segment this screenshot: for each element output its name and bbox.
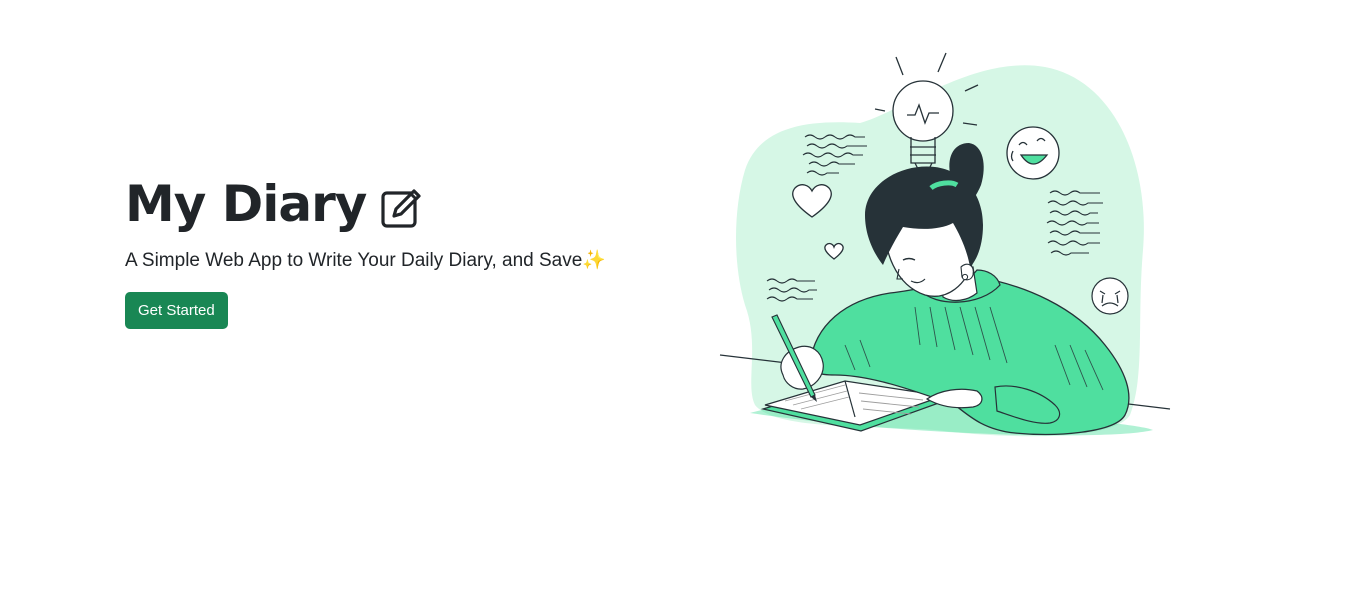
pencil-square-icon [380,185,424,229]
get-started-button[interactable]: Get Started [125,292,228,329]
page-title: My Diary [125,175,367,233]
sparkles-icon: ✨ [582,250,606,271]
subtitle: A Simple Web App to Write Your Daily Dia… [125,248,645,274]
landing-page: My Diary A Simple Web App to Write Your … [0,0,1358,589]
title-row: My Diary [125,172,645,236]
subtitle-text: A Simple Web App to Write Your Daily Dia… [125,250,583,271]
hero-section: My Diary A Simple Web App to Write Your … [125,172,645,329]
girl-writing-diary-illustration [715,45,1175,440]
